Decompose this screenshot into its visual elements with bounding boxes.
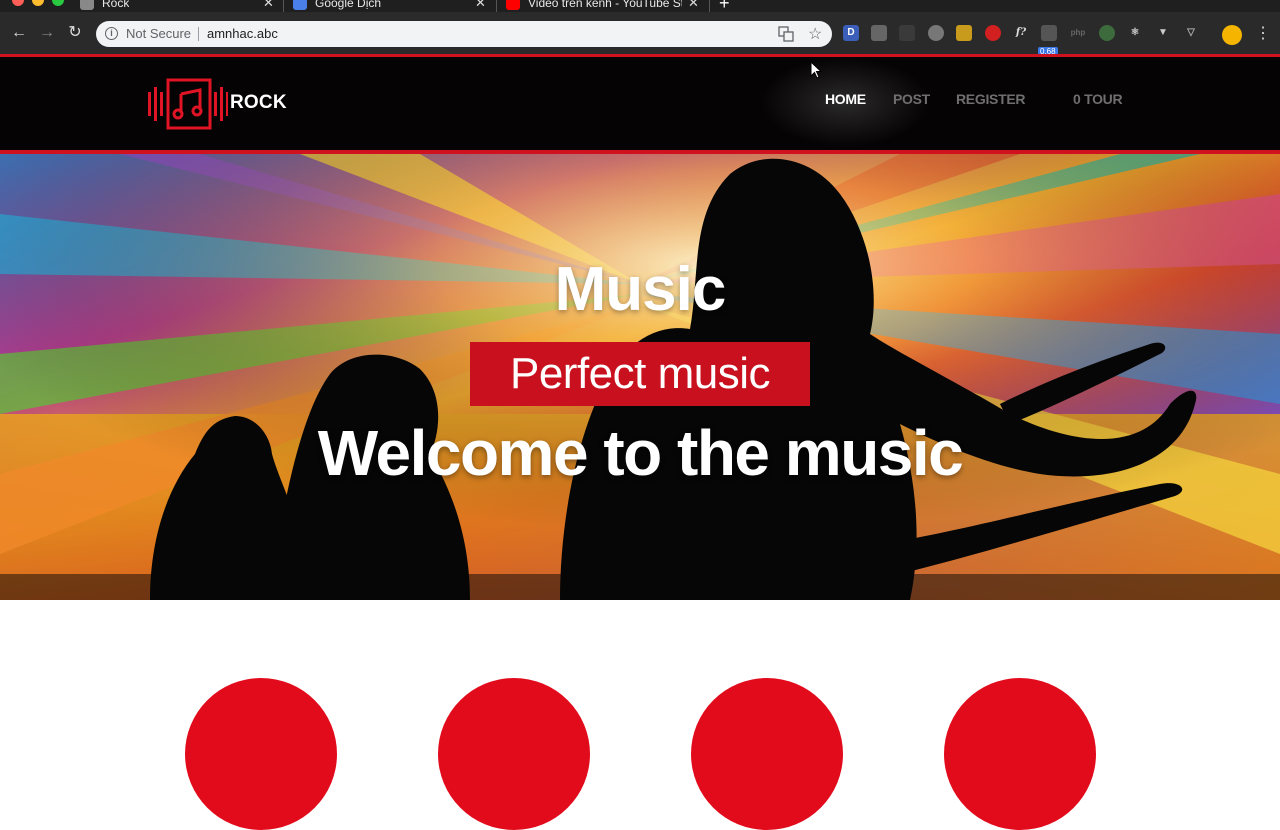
tab-title: Rock	[102, 0, 130, 10]
gear-icon[interactable]	[928, 25, 944, 41]
site-header: ROCK HOME POST REGISTER 0 TOUR	[0, 54, 1280, 154]
hero-tagline: Perfect music	[470, 342, 810, 406]
maximize-window-button[interactable]	[52, 0, 64, 6]
features-section	[0, 600, 1280, 830]
feature-circle[interactable]	[185, 678, 337, 830]
reload-icon[interactable]: ↻	[66, 24, 84, 42]
feature-circle[interactable]	[944, 678, 1096, 830]
logo-text: ROCK	[230, 92, 287, 113]
back-arrow-icon[interactable]: ←	[10, 24, 28, 42]
font-ninja-icon[interactable]: f?	[1013, 25, 1029, 41]
browser-tab-youtube-studio[interactable]: Video trên kênh - YouTube Stu ✕	[506, 0, 706, 12]
address-bar[interactable]: i Not Secure amnhac.abc ☆	[96, 21, 832, 47]
tab-close-icon[interactable]: ✕	[475, 0, 486, 11]
hero-banner: Music Perfect music Welcome to the music	[0, 154, 1280, 600]
translate-icon[interactable]	[778, 26, 794, 42]
google-translate-favicon-icon	[293, 0, 307, 10]
tab-close-icon[interactable]: ✕	[263, 0, 274, 11]
weather-icon[interactable]	[1041, 25, 1057, 41]
extension-green-icon[interactable]	[1099, 25, 1115, 41]
bookmark-star-icon[interactable]: ☆	[808, 24, 822, 44]
more-menu-icon[interactable]: ⋮	[1255, 23, 1271, 43]
minimize-window-button[interactable]	[32, 0, 44, 6]
extension-yellow-icon[interactable]	[956, 25, 972, 41]
hero-title: Music	[554, 255, 727, 324]
vue-devtools-icon[interactable]: ▼	[1155, 25, 1171, 41]
youtube-favicon-icon	[506, 0, 520, 10]
security-label[interactable]: Not Secure	[126, 26, 191, 41]
feature-circle[interactable]	[691, 678, 843, 830]
tab-favicon-icon	[80, 0, 94, 10]
tab-close-icon[interactable]: ✕	[688, 0, 699, 11]
nav-post[interactable]: POST	[893, 91, 930, 107]
extension-red-icon[interactable]	[985, 25, 1001, 41]
browser-tab-strip: Rock ✕ Google Dịch ✕ Video trên kênh - Y…	[0, 0, 1280, 12]
extension-d-icon[interactable]: D	[843, 25, 859, 41]
browser-toolbar: ← → ↻ i Not Secure amnhac.abc ☆ D f? 0.6…	[0, 12, 1280, 56]
info-icon[interactable]: i	[105, 27, 118, 40]
browser-tab-rock[interactable]: Rock ✕	[80, 0, 280, 12]
extension-grey-icon[interactable]	[899, 25, 915, 41]
close-window-button[interactable]	[12, 0, 24, 6]
music-note-logo-icon	[148, 78, 228, 130]
new-tab-button[interactable]: +	[719, 0, 730, 12]
mouse-cursor-icon	[810, 61, 822, 79]
browser-tab-google-dich[interactable]: Google Dịch ✕	[293, 0, 493, 12]
tab-title: Google Dịch	[315, 0, 382, 10]
url-text[interactable]: amnhac.abc	[207, 26, 278, 41]
php-icon[interactable]: php	[1070, 25, 1086, 41]
extension-v-icon[interactable]: ▽	[1183, 25, 1199, 41]
nav-home[interactable]: HOME	[825, 91, 866, 107]
nav-tour[interactable]: 0 TOUR	[1073, 91, 1123, 107]
avatar[interactable]	[1222, 25, 1242, 45]
feature-circle[interactable]	[438, 678, 590, 830]
forward-arrow-icon[interactable]: →	[38, 24, 56, 42]
camera-icon[interactable]	[871, 25, 887, 41]
react-icon[interactable]: ⚛	[1127, 25, 1143, 41]
nav-register[interactable]: REGISTER	[956, 91, 1025, 107]
site-logo[interactable]: ROCK	[148, 78, 298, 130]
hero-welcome-text: Welcome to the music	[317, 417, 964, 489]
tab-title: Video trên kênh - YouTube Stu	[528, 0, 682, 10]
